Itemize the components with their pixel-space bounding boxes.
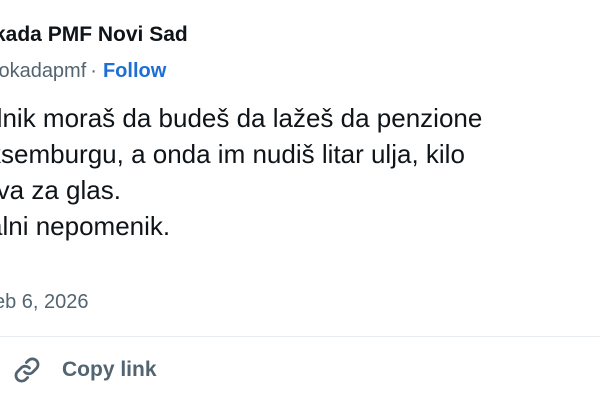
tweet-timestamp[interactable]: eb 6, 2026 — [0, 287, 89, 317]
tweet-card: kada PMF Novi Sad lokadapmf · Follow dnik … — [0, 0, 600, 400]
handle-separator: · — [90, 60, 97, 82]
tweet-text: dnik moraš da budeš da lažeš da penzione… — [0, 100, 600, 244]
tweet-text-line: dnik moraš da budeš da lažeš da penzione — [0, 103, 483, 133]
author-handle[interactable]: lokadapmf — [0, 60, 86, 82]
divider — [0, 336, 600, 337]
author-name[interactable]: kada PMF Novi Sad — [0, 20, 188, 50]
copy-link-label: Copy link — [62, 358, 157, 381]
author-handle-row: lokadapmf · Follow — [0, 56, 166, 86]
link-icon — [12, 355, 42, 385]
tweet-text-line: rva za glas. — [0, 175, 121, 205]
tweet-text-line: alni nepomenik. — [0, 211, 171, 241]
copy-link-button[interactable]: Copy link — [12, 352, 157, 388]
tweet-text-line: ksemburgu, a onda im nudiš litar ulja, k… — [0, 139, 465, 169]
follow-button[interactable]: Follow — [103, 60, 166, 82]
